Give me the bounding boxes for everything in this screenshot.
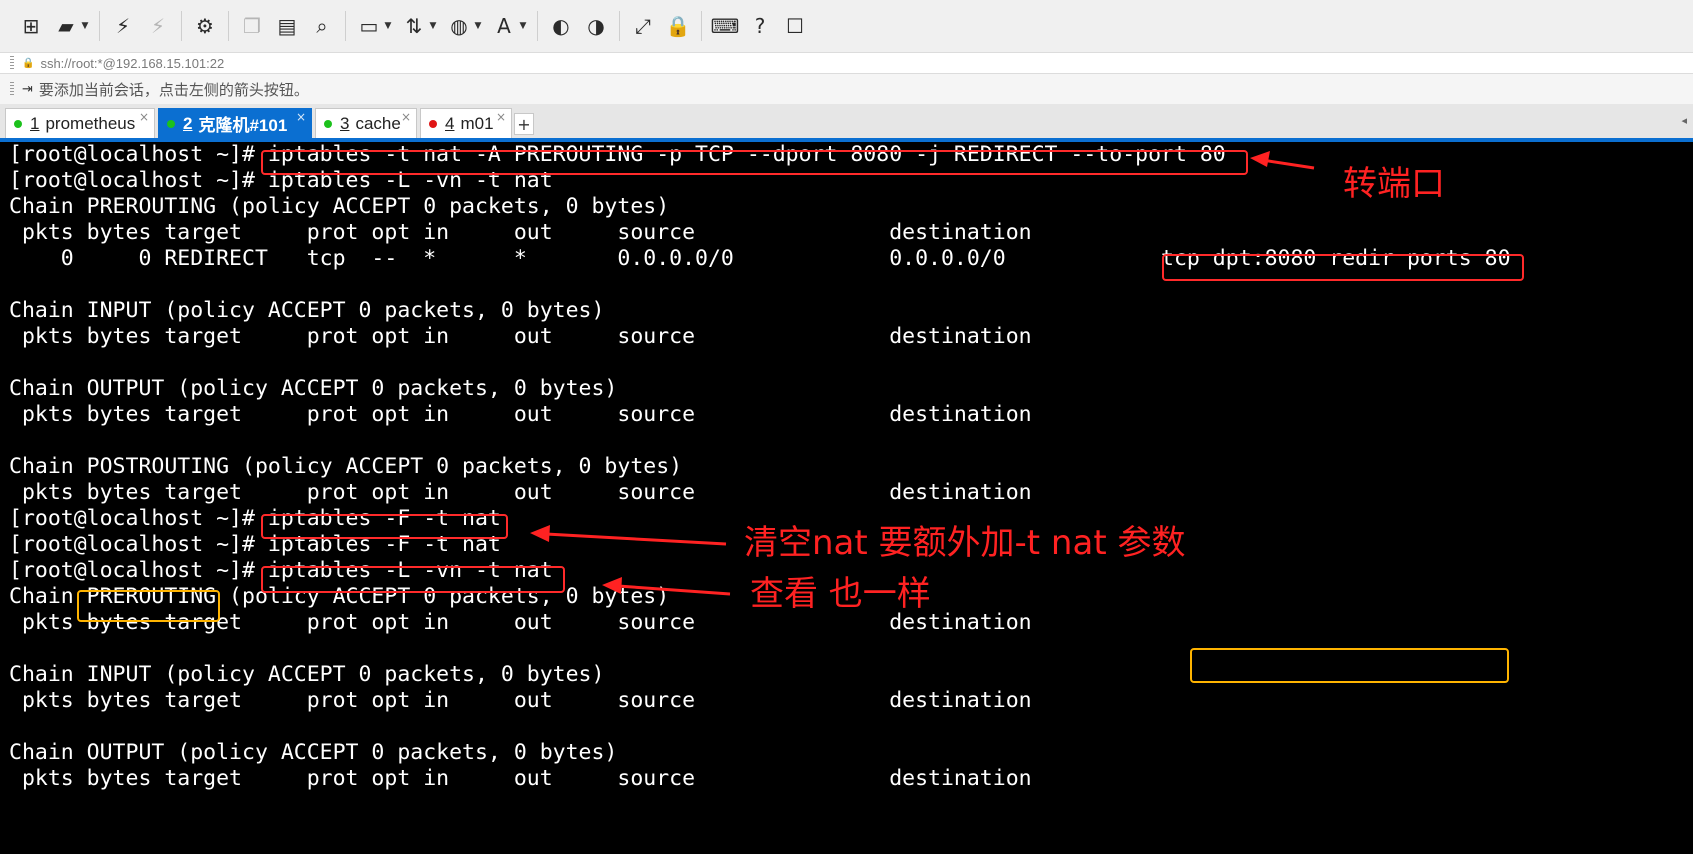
highlight-box-flush-command	[261, 514, 508, 539]
font-icon[interactable]: A	[489, 11, 519, 41]
connect-icon[interactable]: ⚡	[108, 11, 138, 41]
address-bar[interactable]: 🔒 ssh://root:*@192.168.15.101:22	[0, 52, 1693, 74]
status-dot-icon	[429, 119, 437, 128]
tab-number: 2	[183, 113, 193, 133]
terminal-line: pkts bytes target prot opt in out source…	[9, 480, 1032, 505]
disconnect-icon[interactable]: ⚡	[143, 11, 173, 41]
terminal-line: Chain INPUT (policy ACCEPT 0 packets, 0 …	[9, 662, 605, 687]
highlight-box-empty	[1190, 648, 1509, 683]
find-icon[interactable]: ⌕	[307, 11, 337, 41]
chat-icon[interactable]: ☐	[780, 11, 810, 41]
close-icon[interactable]: ×	[401, 110, 411, 124]
toolbar-separator	[181, 11, 182, 41]
help-icon[interactable]: ?	[745, 11, 775, 41]
session-hint-bar: ⇥ 要添加当前会话，点击左侧的箭头按钮。	[0, 74, 1693, 104]
terminal-area[interactable]: [root@localhost ~]# iptables -t nat -A P…	[0, 142, 1693, 854]
tab-number: 4	[445, 113, 455, 133]
highlight-box-list-command	[261, 566, 565, 593]
terminal-line: pkts bytes target prot opt in out source…	[9, 688, 1032, 713]
tab-number: 3	[340, 113, 350, 133]
tab-number: 1	[30, 113, 40, 133]
terminal-line: Chain INPUT (policy ACCEPT 0 packets, 0 …	[9, 298, 605, 323]
xftp-icon[interactable]: ◐	[546, 11, 576, 41]
highlight-box-redirect-command	[261, 150, 1248, 175]
toolbar-separator	[228, 11, 229, 41]
status-dot-icon	[14, 119, 22, 128]
dropdown-caret-icon[interactable]: ▼	[518, 11, 528, 41]
status-dot-icon	[167, 119, 175, 128]
highlight-box-redirect-rule	[1162, 254, 1524, 281]
copy-icon[interactable]: ❐	[237, 11, 267, 41]
terminal-line: Chain OUTPUT (policy ACCEPT 0 packets, 0…	[9, 740, 618, 765]
script-icon[interactable]: ◑	[581, 11, 611, 41]
toolbar-separator	[345, 11, 346, 41]
tab-scroll-icon[interactable]: ◂	[1681, 114, 1687, 127]
globe-icon[interactable]: ◍	[444, 11, 474, 41]
fullscreen-icon[interactable]: ⤢	[628, 11, 658, 41]
terminal-line: Chain OUTPUT (policy ACCEPT 0 packets, 0…	[9, 376, 618, 401]
close-icon[interactable]: ×	[296, 110, 306, 124]
tab-label: 克隆机#101	[198, 116, 288, 135]
terminal-line: pkts bytes target prot opt in out source…	[9, 324, 1032, 349]
hint-text: 要添加当前会话，点击左侧的箭头按钮。	[38, 80, 309, 99]
toolbar-separator	[537, 11, 538, 41]
new-session-icon[interactable]: ⊞	[16, 11, 46, 41]
paste-icon[interactable]: ▤	[272, 11, 302, 41]
terminal-line: Chain POSTROUTING (policy ACCEPT 0 packe…	[9, 454, 683, 479]
terminal-line: pkts bytes target prot opt in out source…	[9, 766, 1032, 791]
annotation-port-redirect: 转端口	[1343, 164, 1445, 204]
grip-handle[interactable]	[10, 82, 14, 96]
print-icon[interactable]: ▭	[354, 11, 384, 41]
tab-bar: 1 prometheus × 2 克隆机#101 × 3 cache × 4 m…	[0, 104, 1693, 142]
dropdown-caret-icon[interactable]: ▼	[383, 11, 393, 41]
grip-handle[interactable]	[10, 56, 14, 70]
tab-cache[interactable]: 3 cache ×	[315, 108, 417, 138]
annotation-flush-nat: 清空nat 要额外加-t nat 参数	[744, 523, 1186, 563]
open-folder-icon[interactable]: ▰	[51, 11, 81, 41]
toolbar-separator	[701, 11, 702, 41]
address-text[interactable]: ssh://root:*@192.168.15.101:22	[40, 56, 224, 71]
terminal-line: pkts bytes target prot opt in out source…	[9, 402, 1032, 427]
toolbar-separator	[619, 11, 620, 41]
tab-label: cache	[355, 113, 401, 133]
dropdown-caret-icon[interactable]: ▼	[473, 11, 483, 41]
toolbar: ⊞ ▰ ▼ ⚡ ⚡ ⚙ ❐ ▤ ⌕ ▭ ▼ ⇅ ▼ ◍ ▼ A ▼ ◐ ◑ ⤢ 🔒 ⌨? ☐	[0, 0, 1693, 52]
highlight-box-prerouting	[77, 590, 220, 622]
tab-label: m01	[460, 113, 494, 133]
tab-clone-101[interactable]: 2 克隆机#101 ×	[158, 108, 312, 138]
close-icon[interactable]: ×	[139, 110, 149, 124]
new-tab-button[interactable]: +	[514, 113, 534, 135]
bookmark-icon[interactable]: ⇥	[22, 82, 33, 97]
transfer-icon[interactable]: ⇅	[399, 11, 429, 41]
dropdown-caret-icon[interactable]: ▼	[428, 11, 438, 41]
tab-label: prometheus	[45, 113, 136, 133]
terminal-line: pkts bytes target prot opt in out source…	[9, 220, 1032, 245]
annotation-list-nat: 查看 也一样	[750, 574, 931, 614]
close-icon[interactable]: ×	[496, 110, 506, 124]
keyboard-icon[interactable]: ⌨	[710, 11, 740, 41]
properties-icon[interactable]: ⚙	[190, 11, 220, 41]
lock-icon[interactable]: 🔒	[663, 11, 693, 41]
lock-icon: 🔒	[22, 57, 35, 69]
status-dot-icon	[324, 119, 332, 128]
terminal-line: Chain PREROUTING (policy ACCEPT 0 packet…	[9, 194, 670, 219]
dropdown-caret-icon[interactable]: ▼	[80, 11, 90, 41]
tab-prometheus[interactable]: 1 prometheus ×	[5, 108, 155, 138]
toolbar-separator	[99, 11, 100, 41]
tab-m01[interactable]: 4 m01 ×	[420, 108, 512, 138]
